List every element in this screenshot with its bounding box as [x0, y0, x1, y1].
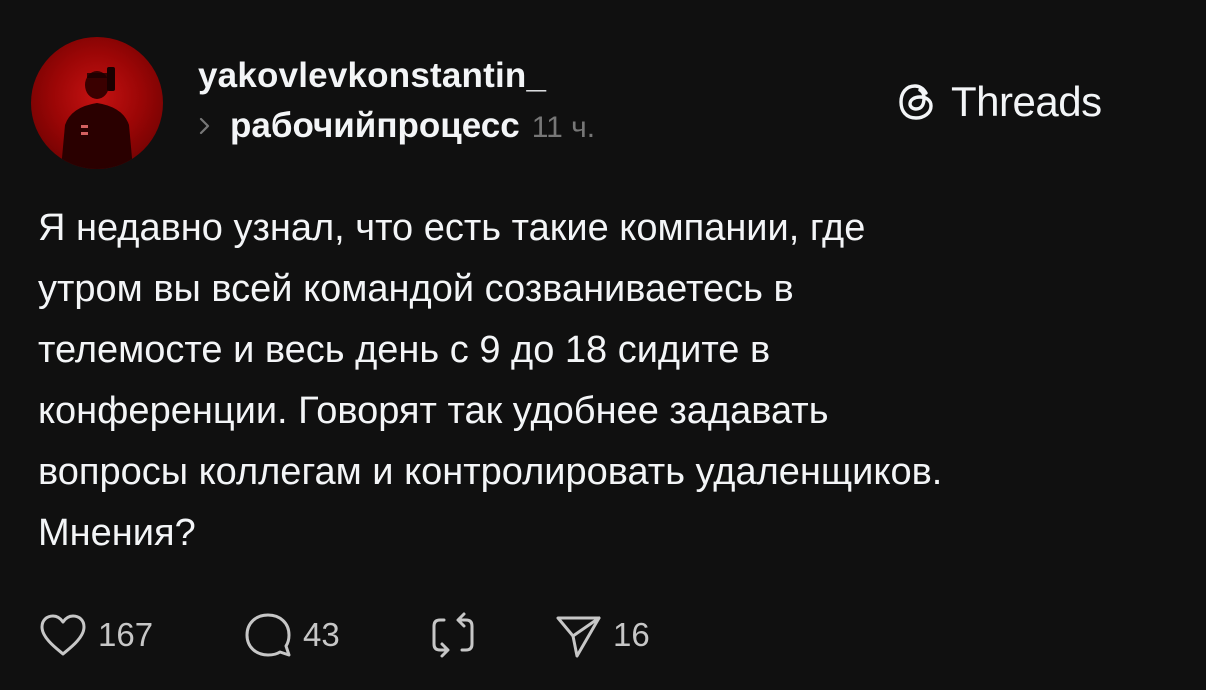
post-body-line: телемосте и весь день с 9 до 18 сидите в	[38, 329, 771, 371]
threads-brand: Threads	[893, 78, 1102, 126]
threads-post: yakovlevkonstantin_ рабочийпроцесс 11 ч.…	[0, 0, 1206, 690]
chevron-right-icon	[198, 115, 216, 137]
reply-button[interactable]: 43	[243, 608, 340, 662]
username[interactable]: yakovlevkonstantin_	[198, 56, 546, 96]
heart-icon	[40, 614, 86, 656]
post-body: Я недавно узнал, что есть такие компании…	[38, 198, 1178, 564]
repost-icon	[432, 612, 474, 658]
post-time: 11 ч.	[531, 111, 596, 144]
post-body-line: вопросы коллегам и контролировать удален…	[38, 451, 943, 493]
brand-name: Threads	[951, 78, 1102, 125]
topic-row: рабочийпроцесс 11 ч.	[198, 106, 595, 146]
avatar[interactable]	[31, 37, 163, 169]
repost-button[interactable]	[428, 608, 478, 662]
post-body-line: утром вы всей командой созваниваетесь в	[38, 268, 794, 310]
share-button[interactable]: 16	[553, 608, 650, 662]
comment-icon	[245, 613, 291, 657]
avatar-photo	[61, 67, 133, 169]
like-button[interactable]: 167	[38, 608, 153, 662]
reply-count: 43	[303, 616, 340, 653]
post-body-line: Мнения?	[38, 512, 196, 554]
send-icon	[556, 616, 601, 658]
action-bar: 167 43 16	[38, 608, 738, 662]
post-body-line: конференции. Говорят так удобнее задават…	[38, 390, 829, 432]
threads-logo-icon	[893, 78, 941, 126]
topic-tag[interactable]: рабочийпроцесс	[230, 106, 520, 146]
like-count: 167	[98, 616, 154, 653]
post-body-line: Я недавно узнал, что есть такие компании…	[38, 207, 866, 249]
share-count: 16	[613, 616, 650, 653]
